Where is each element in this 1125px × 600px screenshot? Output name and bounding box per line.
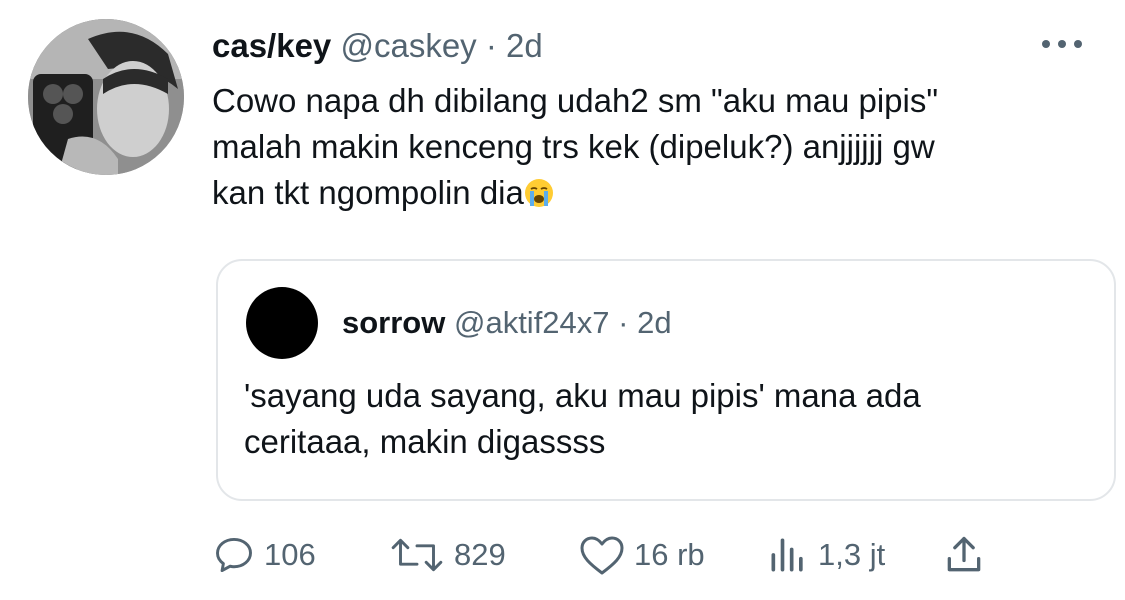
tweet-timestamp[interactable]: 2d xyxy=(506,27,543,64)
like-count: 16 rb xyxy=(634,537,705,572)
share-icon xyxy=(947,536,981,572)
tweet-text: Cowo napa dh dibilang udah2 sm "aku mau … xyxy=(212,78,1092,216)
more-options-icon[interactable] xyxy=(1040,34,1084,54)
quoted-tweet-header: sorrow @aktif24x7 · 2d xyxy=(342,303,672,343)
tweet-actions-bar: 106 829 16 rb 1,3 jt xyxy=(212,528,1092,582)
separator-dot: · xyxy=(485,27,497,64)
loudly-crying-face-icon xyxy=(524,179,553,207)
views-chart-icon xyxy=(771,538,803,572)
retweet-count: 829 xyxy=(454,537,506,572)
heart-icon xyxy=(580,536,624,575)
tweet-text-line: Cowo napa dh dibilang udah2 sm "aku mau … xyxy=(212,82,939,119)
quoted-tweet-card[interactable]: sorrow @aktif24x7 · 2d 'sayang uda sayan… xyxy=(216,259,1116,501)
like-button[interactable]: 16 rb xyxy=(578,528,705,582)
quoted-author-handle[interactable]: @aktif24x7 xyxy=(454,305,610,340)
quoted-tweet-timestamp: 2d xyxy=(637,305,672,340)
author-name[interactable]: cas/key xyxy=(212,27,331,64)
quoted-text-line: ceritaaa, makin digassss xyxy=(244,423,606,460)
views-count: 1,3 jt xyxy=(818,537,886,572)
quoted-author-name[interactable]: sorrow xyxy=(342,305,445,340)
reply-button[interactable]: 106 xyxy=(212,528,316,582)
tweet-header: cas/key @caskey · 2d xyxy=(212,26,543,66)
retweet-button[interactable]: 829 xyxy=(388,528,506,582)
author-avatar[interactable] xyxy=(28,19,184,175)
share-button[interactable] xyxy=(942,528,986,582)
quoted-tweet-text: 'sayang uda sayang, aku mau pipis' mana … xyxy=(244,373,1094,465)
tweet-text-line: malah makin kenceng trs kek (dipeluk?) a… xyxy=(212,128,935,165)
reply-icon xyxy=(216,537,252,573)
reply-count: 106 xyxy=(264,537,316,572)
tweet-text-line: kan tkt ngompolin dia xyxy=(212,170,1092,216)
author-handle[interactable]: @caskey xyxy=(340,27,476,64)
quoted-author-avatar[interactable] xyxy=(246,287,318,359)
separator-dot: · xyxy=(618,305,629,340)
retweet-icon xyxy=(391,538,443,572)
views-button[interactable]: 1,3 jt xyxy=(766,528,885,582)
quoted-text-line: 'sayang uda sayang, aku mau pipis' mana … xyxy=(244,377,921,414)
